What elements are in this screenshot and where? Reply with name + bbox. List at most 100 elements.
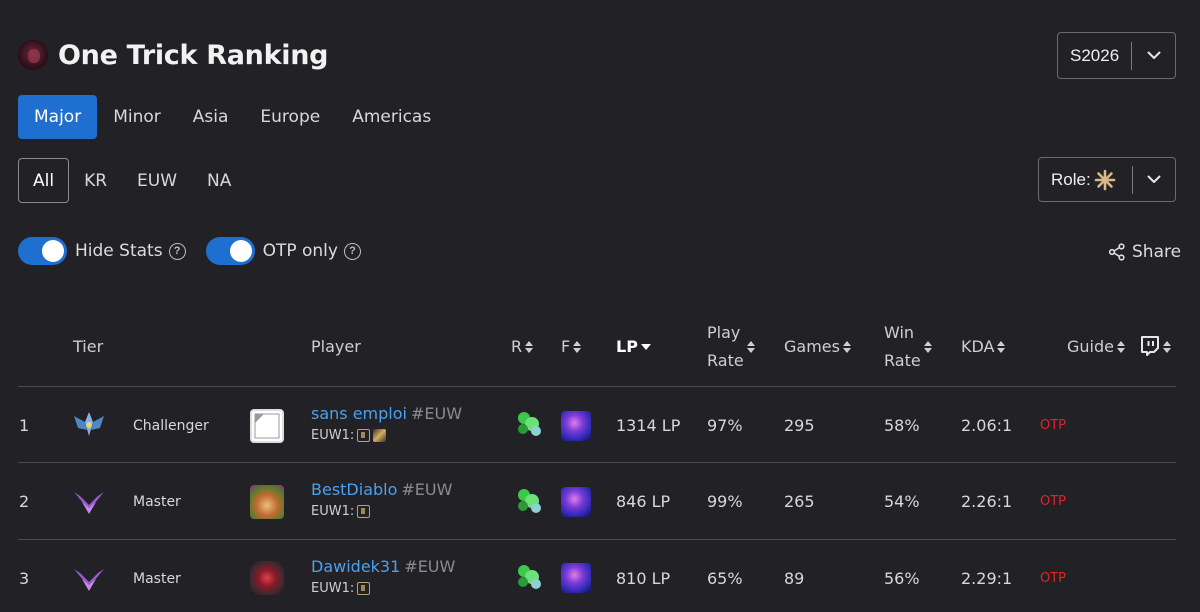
col-guide[interactable]: Guide bbox=[1067, 337, 1125, 356]
tab-asia[interactable]: Asia bbox=[177, 95, 245, 139]
col-r[interactable]: R bbox=[511, 337, 534, 356]
col-win-rate-line1: Win bbox=[884, 323, 915, 342]
help-icon[interactable]: ? bbox=[343, 242, 361, 260]
challenger-emblem-icon bbox=[74, 412, 104, 436]
help-icon[interactable]: ? bbox=[168, 242, 186, 260]
col-guide-label: Guide bbox=[1067, 337, 1114, 356]
site-logo bbox=[18, 40, 48, 70]
tab-europe[interactable]: Europe bbox=[244, 95, 336, 139]
region-na[interactable]: NA bbox=[192, 158, 246, 203]
rune-icon bbox=[518, 489, 541, 513]
rank-badge-icon bbox=[357, 505, 371, 518]
sort-icon bbox=[573, 340, 582, 354]
otp-only-toggle[interactable]: OTP only ? bbox=[205, 237, 361, 265]
col-kda-label: KDA bbox=[961, 337, 995, 356]
share-icon bbox=[1108, 243, 1125, 261]
win-rate-value: 58% bbox=[884, 416, 920, 435]
player-name-link[interactable]: BestDiablo bbox=[311, 480, 397, 499]
col-stream[interactable] bbox=[1140, 336, 1171, 357]
lp-value: 846 LP bbox=[616, 492, 671, 511]
hide-stats-toggle[interactable]: Hide Stats ? bbox=[18, 237, 186, 265]
player-name-link[interactable]: sans emploi bbox=[311, 404, 407, 423]
page-title: One Trick Ranking bbox=[58, 40, 329, 71]
tier-name: Challenger bbox=[133, 418, 209, 434]
otp-badge: OTP bbox=[1040, 571, 1067, 586]
chevron-down-icon bbox=[1132, 51, 1175, 60]
sort-icon bbox=[842, 340, 851, 354]
master-emblem-icon bbox=[74, 569, 104, 591]
play-rate-value: 99% bbox=[707, 492, 743, 511]
all-roles-icon bbox=[1094, 169, 1115, 190]
col-win-rate-line2: Rate bbox=[884, 351, 921, 370]
otp-badge: OTP bbox=[1040, 494, 1067, 509]
sort-icon bbox=[997, 340, 1006, 354]
col-win-rate[interactable]: Win Rate bbox=[884, 319, 921, 375]
region-tabs: All KR EUW NA bbox=[18, 158, 246, 203]
region-all[interactable]: All bbox=[18, 158, 70, 203]
share-label: Share bbox=[1132, 242, 1182, 262]
player-cell: Dawidek31 #EUW EUW1: bbox=[311, 557, 455, 596]
tier-name: Master bbox=[133, 494, 181, 510]
season-select[interactable]: S2026 bbox=[1057, 32, 1176, 79]
player-server: EUW1: bbox=[311, 428, 462, 443]
col-games-label: Games bbox=[784, 337, 840, 356]
col-kda[interactable]: KDA bbox=[961, 337, 1006, 356]
champion-avatar bbox=[250, 561, 284, 595]
player-tag: #EUW bbox=[404, 557, 456, 576]
rank-number: 3 bbox=[19, 569, 30, 588]
server-label: EUW1: bbox=[311, 581, 355, 596]
col-play-rate-line2: Rate bbox=[707, 351, 744, 370]
col-tier: Tier bbox=[73, 337, 104, 356]
tab-americas[interactable]: Americas bbox=[336, 95, 447, 139]
twitch-icon bbox=[1141, 336, 1159, 356]
rune-icon bbox=[518, 412, 541, 436]
col-player: Player bbox=[311, 337, 361, 356]
toggle-switch[interactable] bbox=[205, 237, 255, 265]
col-lp[interactable]: LP bbox=[616, 337, 651, 356]
champion-avatar bbox=[250, 409, 284, 443]
sort-icon bbox=[525, 340, 534, 354]
kda-value: 2.06:1 bbox=[961, 416, 1013, 435]
col-f[interactable]: F bbox=[561, 337, 582, 356]
region-euw[interactable]: EUW bbox=[122, 158, 192, 203]
col-games[interactable]: Games bbox=[784, 337, 851, 356]
col-lp-label: LP bbox=[616, 337, 638, 356]
summoner-spell-icon bbox=[561, 411, 591, 441]
role-value: Role: bbox=[1039, 168, 1132, 192]
col-play-rate[interactable]: Play Rate bbox=[707, 319, 744, 375]
col-r-label: R bbox=[511, 337, 523, 356]
games-value: 265 bbox=[784, 492, 815, 511]
toggle-switch[interactable] bbox=[18, 237, 67, 265]
share-button[interactable]: Share bbox=[1108, 242, 1181, 262]
win-rate-value: 54% bbox=[884, 492, 920, 511]
player-cell: BestDiablo #EUW EUW1: bbox=[311, 480, 452, 519]
table-divider bbox=[18, 539, 1176, 540]
server-label: EUW1: bbox=[311, 504, 355, 519]
rank-number: 1 bbox=[19, 416, 30, 435]
sort-icon bbox=[1116, 340, 1125, 354]
tab-minor[interactable]: Minor bbox=[97, 95, 177, 139]
chevron-down-icon bbox=[1133, 175, 1175, 184]
role-label: Role: bbox=[1051, 169, 1091, 189]
region-kr[interactable]: KR bbox=[69, 158, 122, 203]
play-rate-value: 97% bbox=[707, 416, 743, 435]
sort-icon bbox=[1163, 340, 1171, 354]
sort-icon bbox=[747, 340, 755, 354]
rank-badge-icon bbox=[357, 429, 371, 442]
games-value: 89 bbox=[784, 569, 805, 588]
rune-icon bbox=[518, 565, 541, 589]
lp-value: 810 LP bbox=[616, 569, 671, 588]
role-select[interactable]: Role: bbox=[1038, 157, 1176, 202]
kda-value: 2.26:1 bbox=[961, 492, 1013, 511]
tab-major[interactable]: Major bbox=[18, 95, 98, 139]
pencil-icon bbox=[373, 429, 387, 442]
player-name-link[interactable]: Dawidek31 bbox=[311, 557, 400, 576]
toggle-label: OTP only bbox=[262, 241, 338, 261]
sort-desc-icon bbox=[640, 343, 651, 350]
games-value: 295 bbox=[784, 416, 815, 435]
season-value: S2026 bbox=[1070, 45, 1120, 65]
summoner-spell-icon bbox=[561, 563, 591, 593]
col-f-label: F bbox=[561, 337, 571, 356]
server-label: EUW1: bbox=[311, 428, 355, 443]
win-rate-value: 56% bbox=[884, 569, 920, 588]
